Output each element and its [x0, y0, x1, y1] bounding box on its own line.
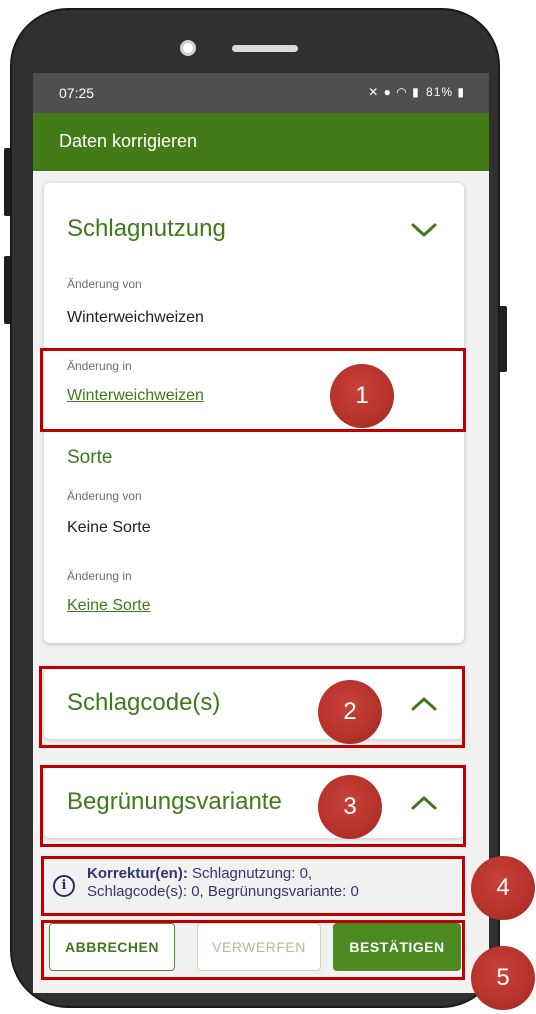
mute-icon: ✕: [368, 85, 380, 99]
sorte-change-to-label: Änderung in: [67, 569, 132, 583]
annotation-marker-5: 5: [471, 946, 535, 1010]
wifi-icon: ◠: [396, 85, 408, 99]
annotation-marker-1: 1: [330, 364, 394, 428]
status-bar: 07:25 ✕ ● ◠ ▮ 81% ▮: [33, 73, 489, 113]
change-from-value: Winterweichweizen: [67, 309, 204, 326]
location-icon: ●: [383, 85, 392, 99]
annotation-marker-2: 2: [318, 680, 382, 744]
change-from-label: Änderung von: [67, 277, 142, 291]
earpiece-speaker: [232, 45, 298, 52]
annotation-marker-3: 3: [318, 775, 382, 839]
annotation-marker-4: 4: [471, 856, 535, 920]
highlight-box-4: [41, 856, 465, 916]
highlight-box-3: [40, 765, 466, 847]
app-bar-title: Daten korrigieren: [59, 131, 198, 151]
battery-icon: ▮: [457, 85, 465, 99]
battery-percent: 81%: [426, 85, 454, 99]
highlight-box-1: [40, 348, 466, 432]
highlight-box-5: [41, 920, 465, 980]
status-time: 07:25: [59, 85, 95, 101]
app-bar: Daten korrigieren: [33, 113, 489, 171]
phone-screen: 07:25 ✕ ● ◠ ▮ 81% ▮ Daten korrigieren Sc…: [33, 73, 489, 993]
sorte-change-from-value: Keine Sorte: [67, 519, 151, 536]
sorte-change-from-label: Änderung von: [67, 489, 142, 503]
signal-icon: ▮: [412, 85, 420, 99]
chevron-down-icon[interactable]: [410, 221, 438, 239]
front-camera: [180, 40, 196, 56]
sorte-title: Sorte: [67, 447, 113, 468]
highlight-box-2: [39, 666, 465, 748]
status-icons: ✕ ● ◠ ▮ 81% ▮: [368, 85, 465, 99]
schlagnutzung-title: Schlagnutzung: [67, 215, 226, 242]
sorte-change-to-link[interactable]: Keine Sorte: [67, 597, 151, 615]
